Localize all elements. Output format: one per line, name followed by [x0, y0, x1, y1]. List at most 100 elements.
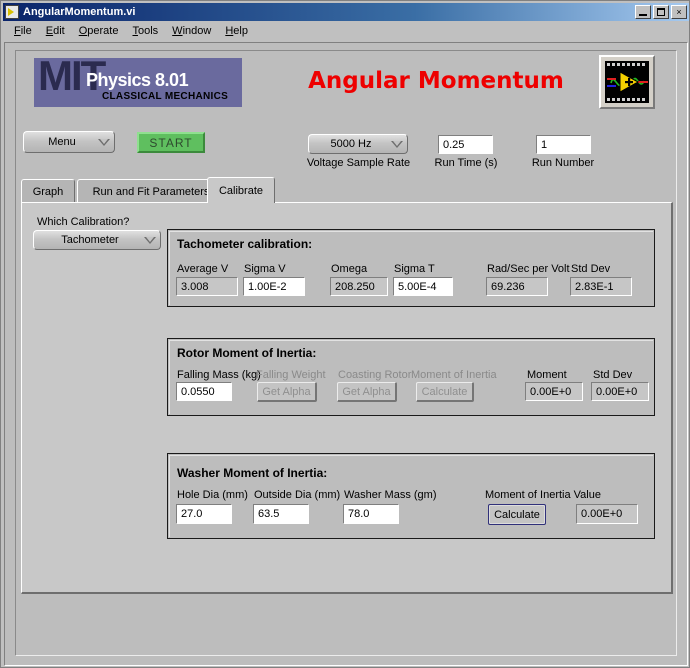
washer-mass-input[interactable]: 78.0	[343, 504, 399, 524]
washer-mass-value: 78.0	[348, 508, 370, 520]
falling-weight-get-alpha-button[interactable]: Get Alpha	[257, 382, 317, 402]
omega-label: Omega	[331, 263, 368, 275]
rotor-moment-indicator: 0.00E+0	[525, 382, 583, 401]
washer-moment-value-label: Moment of Inertia Value	[485, 489, 601, 501]
run-number-value: 1	[541, 138, 548, 151]
omega-value: 208.250	[335, 280, 375, 293]
falling-weight-label: Falling Weight	[256, 369, 326, 381]
page-title: Angular Momentum	[308, 68, 564, 94]
sigma-v-value: 1.00E-2	[248, 280, 287, 293]
start-button[interactable]: START	[137, 132, 205, 153]
run-number-input[interactable]: 1	[536, 135, 591, 154]
falling-mass-value: 0.0550	[181, 385, 215, 398]
sigma-t-label: Sigma T	[394, 263, 435, 275]
outside-dia-value: 63.5	[258, 508, 280, 520]
tach-std-dev-indicator: 2.83E-1	[570, 277, 632, 296]
menu-ring[interactable]: Menu	[23, 131, 115, 153]
run-time-value: 0.25	[443, 138, 465, 151]
omega-indicator: 208.250	[330, 277, 388, 296]
menu-item-window[interactable]: Window	[165, 24, 218, 38]
tach-std-dev-value: 2.83E-1	[575, 280, 614, 293]
tab-run-and-fit-parameters[interactable]: Run and Fit Parameters	[77, 179, 225, 203]
menu-item-operate[interactable]: Operate	[72, 24, 126, 38]
washer-mass-label: Washer Mass (gm)	[344, 489, 437, 501]
start-button-label: START	[149, 135, 193, 150]
labview-window: AngularMomentum.vi × File Edit Operate T…	[0, 0, 690, 668]
hole-dia-input[interactable]: 27.0	[176, 504, 232, 524]
title-bar: AngularMomentum.vi ×	[3, 3, 689, 21]
menu-item-help[interactable]: Help	[218, 24, 255, 38]
tab-graph-label: Graph	[32, 185, 64, 198]
rotor-panel-title: Rotor Moment of Inertia:	[177, 346, 317, 360]
sample-rate-label: Voltage Sample Rate	[306, 157, 411, 169]
rotor-calculate-button[interactable]: Calculate	[416, 382, 474, 402]
falling-mass-input[interactable]: 0.0550	[176, 382, 232, 401]
window-buttons: ×	[635, 5, 687, 19]
mit-logo-subtitle: CLASSICAL MECHANICS	[102, 91, 229, 102]
average-v-indicator: 3.008	[176, 277, 238, 296]
tab-calibrate[interactable]: Calibrate	[207, 177, 275, 203]
tachometer-panel-title: Tachometer calibration:	[177, 237, 313, 251]
sigma-t-value: 5.00E-4	[398, 280, 437, 293]
menu-item-tools[interactable]: Tools	[125, 24, 165, 38]
menu-ring-label: Menu	[48, 136, 76, 148]
sample-rate-ring[interactable]: 5000 Hz	[308, 134, 408, 154]
rad-per-volt-indicator: 69.236	[486, 277, 548, 296]
falling-weight-get-alpha-label: Get Alpha	[262, 385, 311, 398]
tab-run-and-fit-parameters-label: Run and Fit Parameters	[92, 185, 210, 198]
rotor-std-dev-indicator: 0.00E+0	[591, 382, 649, 401]
sigma-v-input[interactable]: 1.00E-2	[243, 277, 305, 296]
washer-moment-value: 0.00E+0	[581, 508, 623, 520]
minimize-button[interactable]	[635, 5, 651, 19]
calibration-type-value: Tachometer	[61, 234, 119, 246]
rad-per-volt-value: 69.236	[491, 280, 525, 293]
which-calibration-label: Which Calibration?	[37, 216, 130, 228]
close-icon: ×	[676, 7, 682, 17]
washer-calculate-button[interactable]: Calculate	[488, 504, 546, 525]
falling-mass-label: Falling Mass (kg)	[177, 369, 261, 381]
tab-graph[interactable]: Graph	[21, 179, 75, 203]
tach-std-dev-label: Std Dev	[571, 263, 611, 275]
sigma-v-label: Sigma V	[244, 263, 286, 275]
average-v-value: 3.008	[181, 280, 209, 293]
tab-calibrate-label: Calibrate	[218, 184, 264, 197]
coasting-rotor-get-alpha-button[interactable]: Get Alpha	[337, 382, 397, 402]
mit-logo: MIT Physics 8.01 CLASSICAL MECHANICS	[34, 58, 242, 107]
rotor-calculate-label: Calculate	[421, 385, 468, 398]
run-number-label: Run Number	[531, 157, 595, 169]
header-band: MIT Physics 8.01 CLASSICAL MECHANICS Ang…	[21, 50, 671, 116]
menu-item-file[interactable]: File	[7, 24, 39, 38]
run-time-label: Run Time (s)	[434, 157, 498, 169]
outside-dia-input[interactable]: 63.5	[253, 504, 309, 524]
rad-per-volt-label: Rad/Sec per Volt	[487, 263, 570, 275]
washer-moment-indicator: 0.00E+0	[576, 504, 638, 524]
labview-vi-icon	[5, 5, 19, 19]
sigma-t-input[interactable]: 5.00E-4	[393, 277, 453, 296]
rotor-std-dev-value: 0.00E+0	[596, 385, 638, 398]
mit-logo-course: Physics 8.01	[86, 70, 189, 90]
outside-dia-label: Outside Dia (mm)	[254, 489, 341, 501]
menu-bar: File Edit Operate Tools Window Help	[3, 22, 689, 40]
washer-calculate-label: Calculate	[494, 508, 540, 521]
rotor-moment-value: 0.00E+0	[530, 385, 572, 398]
moment-of-inertia-label: Moment of Inertia	[411, 369, 497, 381]
labview-logo-icon	[599, 55, 655, 109]
maximize-button[interactable]	[653, 5, 669, 19]
hole-dia-label: Hole Dia (mm)	[177, 489, 248, 501]
run-time-input[interactable]: 0.25	[438, 135, 493, 154]
chevron-down-icon	[387, 140, 407, 148]
chevron-down-icon	[94, 138, 114, 146]
hole-dia-value: 27.0	[181, 508, 203, 520]
calibration-type-ring[interactable]: Tachometer	[33, 230, 161, 250]
window-title: AngularMomentum.vi	[23, 6, 136, 18]
washer-panel-title: Washer Moment of Inertia:	[177, 466, 328, 480]
average-v-label: Average V	[177, 263, 229, 275]
sample-rate-value: 5000 Hz	[330, 138, 372, 150]
close-button[interactable]: ×	[671, 5, 687, 19]
coasting-rotor-get-alpha-label: Get Alpha	[342, 385, 391, 398]
rotor-moment-label: Moment	[527, 369, 567, 381]
menu-item-edit[interactable]: Edit	[39, 24, 72, 38]
rotor-std-dev-label: Std Dev	[593, 369, 633, 381]
labview-logo-glyph	[605, 61, 649, 103]
chevron-down-icon	[140, 236, 160, 244]
